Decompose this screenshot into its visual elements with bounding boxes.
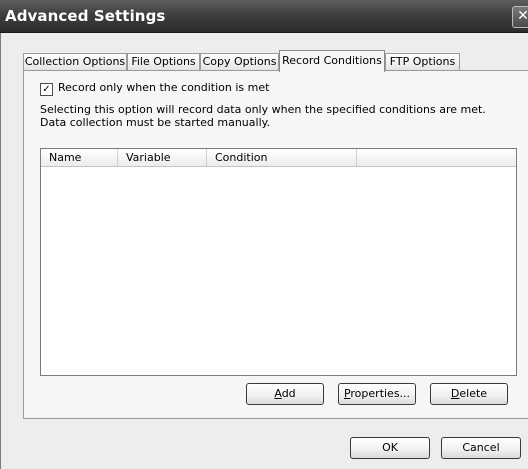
close-icon[interactable]: ✕ (512, 6, 528, 28)
column-header-variable[interactable]: Variable (118, 149, 207, 166)
tab-ftp-options[interactable]: FTP Options (385, 53, 460, 71)
record-conditions-panel: ✓ Record only when the condition is met … (23, 70, 528, 419)
checkmark-icon: ✓ (42, 84, 51, 95)
tab-file-options[interactable]: File Options (127, 53, 200, 71)
tab-record-conditions[interactable]: Record Conditions (279, 50, 385, 72)
tab-copy-options[interactable]: Copy Options (200, 53, 279, 71)
description-text: Selecting this option will record data o… (40, 103, 520, 129)
cancel-button[interactable]: Cancel (441, 437, 521, 459)
window-title: Advanced Settings (5, 7, 166, 25)
record-condition-checkbox[interactable]: ✓ (40, 83, 53, 96)
conditions-list[interactable]: Name Variable Condition (40, 148, 517, 376)
properties-button[interactable]: Properties... (338, 383, 416, 405)
dialog-body: Collection Options File Options Copy Opt… (0, 33, 528, 469)
delete-button[interactable]: Delete (430, 383, 508, 405)
ok-button[interactable]: OK (350, 437, 430, 459)
tab-collection-options[interactable]: Collection Options (23, 53, 127, 71)
add-button[interactable]: Add (246, 383, 324, 405)
column-header-condition[interactable]: Condition (207, 149, 357, 166)
list-header: Name Variable Condition (41, 149, 516, 167)
list-body[interactable] (41, 167, 516, 375)
description-line: Data collection must be started manually… (40, 116, 271, 129)
record-condition-checkbox-label[interactable]: Record only when the condition is met (58, 81, 269, 94)
description-line: Selecting this option will record data o… (40, 103, 486, 116)
title-bar[interactable]: Advanced Settings ✕ (0, 0, 528, 33)
column-header-name[interactable]: Name (41, 149, 118, 166)
